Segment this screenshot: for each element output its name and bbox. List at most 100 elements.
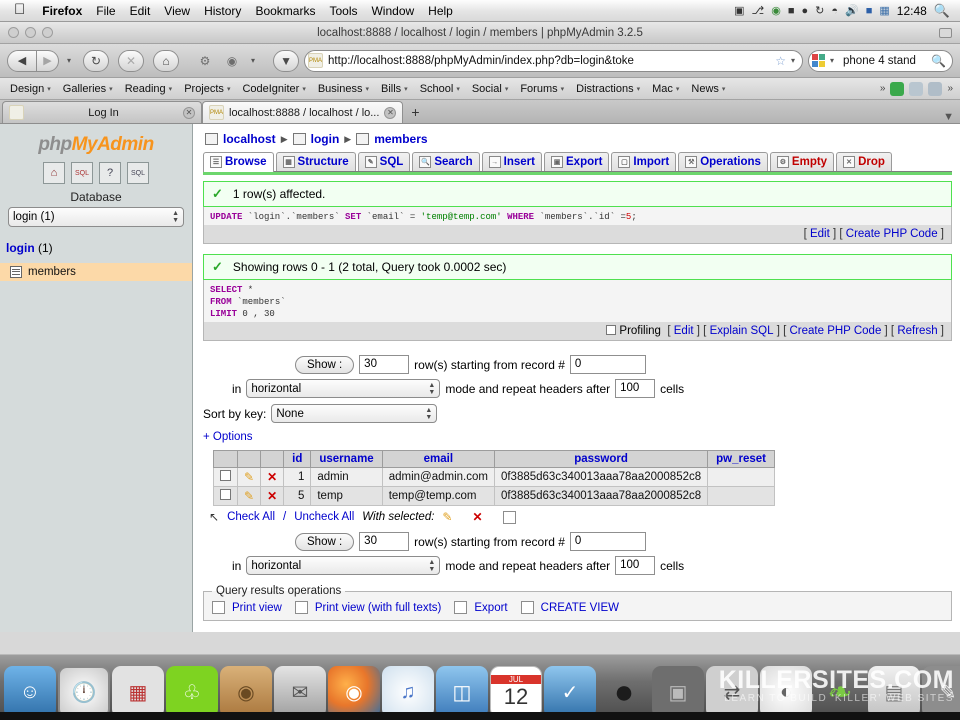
dock-firefox-icon[interactable]: ◉ xyxy=(328,666,380,718)
pencil-icon[interactable]: ✎ xyxy=(244,489,254,503)
bluetooth-icon[interactable]: ⎇ xyxy=(752,4,765,17)
mode-select-bottom[interactable]: horizontal ▲ ▼ xyxy=(246,556,441,575)
phpmyadmin-logo[interactable]: phpMyAdmin xyxy=(0,130,192,162)
select-sql-text[interactable]: SELECT * FROM `members` LIMIT 0 , 30 xyxy=(204,280,951,322)
row-checkbox[interactable] xyxy=(220,489,231,500)
gear-icon[interactable]: ⚙ xyxy=(194,50,216,72)
row-checkbox[interactable] xyxy=(220,470,231,481)
explain-sql-link[interactable]: Explain SQL xyxy=(710,325,774,337)
tab-structure[interactable]: ▦ Structure xyxy=(275,152,356,171)
dock-transmit-icon[interactable]: ⇄ xyxy=(706,666,758,718)
bookmark-news[interactable]: News ▾ xyxy=(685,83,731,95)
create-view-link[interactable]: CREATE VIEW xyxy=(541,602,619,614)
search-bar[interactable]: ▾ phone 4 stand 🔍 xyxy=(808,49,953,72)
dock-cyberduck-icon[interactable]: ◐ xyxy=(760,666,812,718)
home-button[interactable]: ⌂ xyxy=(153,49,180,72)
magnifier-icon[interactable]: 🔍 xyxy=(929,54,948,68)
reload-button[interactable]: ↻ xyxy=(83,49,110,72)
stop-button[interactable]: ✕ xyxy=(118,49,145,72)
sql-query-icon[interactable]: SQL xyxy=(71,162,93,184)
update-sql-text[interactable]: UPDATE `login`.`members` SET `email` = '… xyxy=(204,207,951,225)
bookmark-forums[interactable]: Forums ▾ xyxy=(514,83,570,95)
rows-input-top[interactable]: 30 xyxy=(359,355,410,374)
header-email[interactable]: email xyxy=(381,450,495,468)
show-button-top[interactable]: Show : xyxy=(295,355,355,374)
header-pw-reset[interactable]: pw_reset xyxy=(707,450,775,468)
dock-coda-icon[interactable]: ❧ xyxy=(814,666,866,718)
battery-icon[interactable]: ■ xyxy=(866,5,873,17)
pencil-icon[interactable]: ✎ xyxy=(244,470,254,484)
bookmark-mac[interactable]: Mac ▾ xyxy=(646,83,685,95)
chevron-down-icon[interactable]: ▾ xyxy=(788,56,798,65)
breadcrumb-localhost[interactable]: localhost xyxy=(223,132,276,146)
search-engine-dropdown-icon[interactable]: ▾ xyxy=(827,56,837,65)
webdev-icon[interactable]: ◉ xyxy=(221,50,243,72)
dock-finder-icon[interactable]: ☺ xyxy=(4,666,56,718)
tab-search[interactable]: 🔍 Search xyxy=(412,152,480,171)
dock-textmate-icon[interactable]: ✎ xyxy=(922,666,960,718)
menu-item-help[interactable]: Help xyxy=(421,4,460,18)
volume-icon[interactable]: 🔊 xyxy=(845,4,859,17)
delete-x-icon[interactable]: ✕ xyxy=(267,489,277,503)
thumbs-down-icon[interactable] xyxy=(928,81,943,96)
cells-input-bottom[interactable]: 100 xyxy=(615,556,656,575)
tab-list-icon[interactable]: ▼ xyxy=(943,111,960,123)
browser-tab-phpmyadmin[interactable]: PMA localhost:8888 / localhost / lo... ✕ xyxy=(202,101,404,123)
browser-tab-login[interactable]: Log In ✕ xyxy=(2,101,202,123)
export-link[interactable]: Export xyxy=(474,602,507,614)
new-tab-button[interactable]: + xyxy=(403,101,427,123)
menu-item-edit[interactable]: Edit xyxy=(123,4,158,18)
header-username[interactable]: username xyxy=(310,450,383,468)
menu-item-history[interactable]: History xyxy=(197,4,248,18)
tab-operations[interactable]: ⚒ Operations xyxy=(678,152,768,171)
dock-things-icon[interactable]: ✓ xyxy=(544,666,596,718)
menu-item-file[interactable]: File xyxy=(89,4,122,18)
tab-export[interactable]: ▣ Export xyxy=(544,152,610,171)
timemachine-icon[interactable]: ↻ xyxy=(815,4,824,17)
help-icon[interactable]: ? xyxy=(99,162,121,184)
tab-import[interactable]: ▢ Import xyxy=(611,152,677,171)
back-button[interactable]: ◀ xyxy=(7,49,37,72)
bookmark-business[interactable]: Business ▾ xyxy=(312,83,375,95)
dock-adium-icon[interactable]: ● xyxy=(598,666,650,718)
close-tab-icon[interactable]: ✕ xyxy=(183,106,195,119)
dock-iphoto2-icon[interactable]: ▤ xyxy=(868,666,920,718)
calendar-icon[interactable]: ▦ xyxy=(879,4,889,17)
row-delete-cell[interactable]: ✕ xyxy=(260,467,285,487)
search-input[interactable]: phone 4 stand xyxy=(837,55,929,67)
history-dropdown-icon[interactable]: ▾ xyxy=(64,56,74,65)
sidebar-table-members[interactable]: members xyxy=(0,263,192,281)
dock-itunes-icon[interactable]: ♫ xyxy=(382,666,434,718)
options-link[interactable]: + Options xyxy=(203,431,253,443)
home-icon[interactable]: ⌂ xyxy=(43,162,65,184)
edit-link[interactable]: Edit xyxy=(810,228,830,240)
edit-link[interactable]: Edit xyxy=(674,325,694,337)
print-view-full-texts-link[interactable]: Print view (with full texts) xyxy=(315,602,442,614)
downloads-button[interactable]: ▼ xyxy=(273,49,300,72)
create-php-code-link[interactable]: Create PHP Code xyxy=(790,325,882,337)
check-all-link[interactable]: Check All xyxy=(227,511,275,523)
bookmark-social[interactable]: Social ▾ xyxy=(466,83,514,95)
menu-item-view[interactable]: View xyxy=(157,4,197,18)
database-select[interactable]: login (1) ▲ ▼ xyxy=(8,207,184,227)
tab-drop[interactable]: ✕ Drop xyxy=(836,152,892,171)
show-button-bottom[interactable]: Show : xyxy=(295,532,355,551)
cells-input-top[interactable]: 100 xyxy=(615,379,656,398)
bookmark-projects[interactable]: Projects ▾ xyxy=(178,83,236,95)
print-view-link[interactable]: Print view xyxy=(232,602,282,614)
tree-database-name[interactable]: login xyxy=(6,241,35,255)
delete-x-icon[interactable]: ✕ xyxy=(460,510,482,524)
uncheck-all-link[interactable]: Uncheck All xyxy=(294,511,354,523)
url-bar[interactable]: PMA http://localhost:8888/phpMyAdmin/ind… xyxy=(304,49,803,72)
menu-item-firefox[interactable]: Firefox xyxy=(35,4,89,18)
double-chevron-icon[interactable]: » xyxy=(880,83,886,94)
bookmark-codeigniter[interactable]: CodeIgniter ▾ xyxy=(236,83,311,95)
dock-coins-bucket-icon[interactable]: ◉ xyxy=(220,666,272,718)
mode-select-top[interactable]: horizontal ▲ ▼ xyxy=(246,379,441,398)
stumbleupon-icon[interactable] xyxy=(890,81,905,96)
record-input-bottom[interactable]: 0 xyxy=(569,532,646,551)
dock-mail-icon[interactable]: ✉ xyxy=(274,666,326,718)
header-id[interactable]: id xyxy=(283,450,312,468)
row-checkbox-cell[interactable] xyxy=(213,467,238,487)
dock-iphoto-icon[interactable]: ◫ xyxy=(436,666,488,718)
